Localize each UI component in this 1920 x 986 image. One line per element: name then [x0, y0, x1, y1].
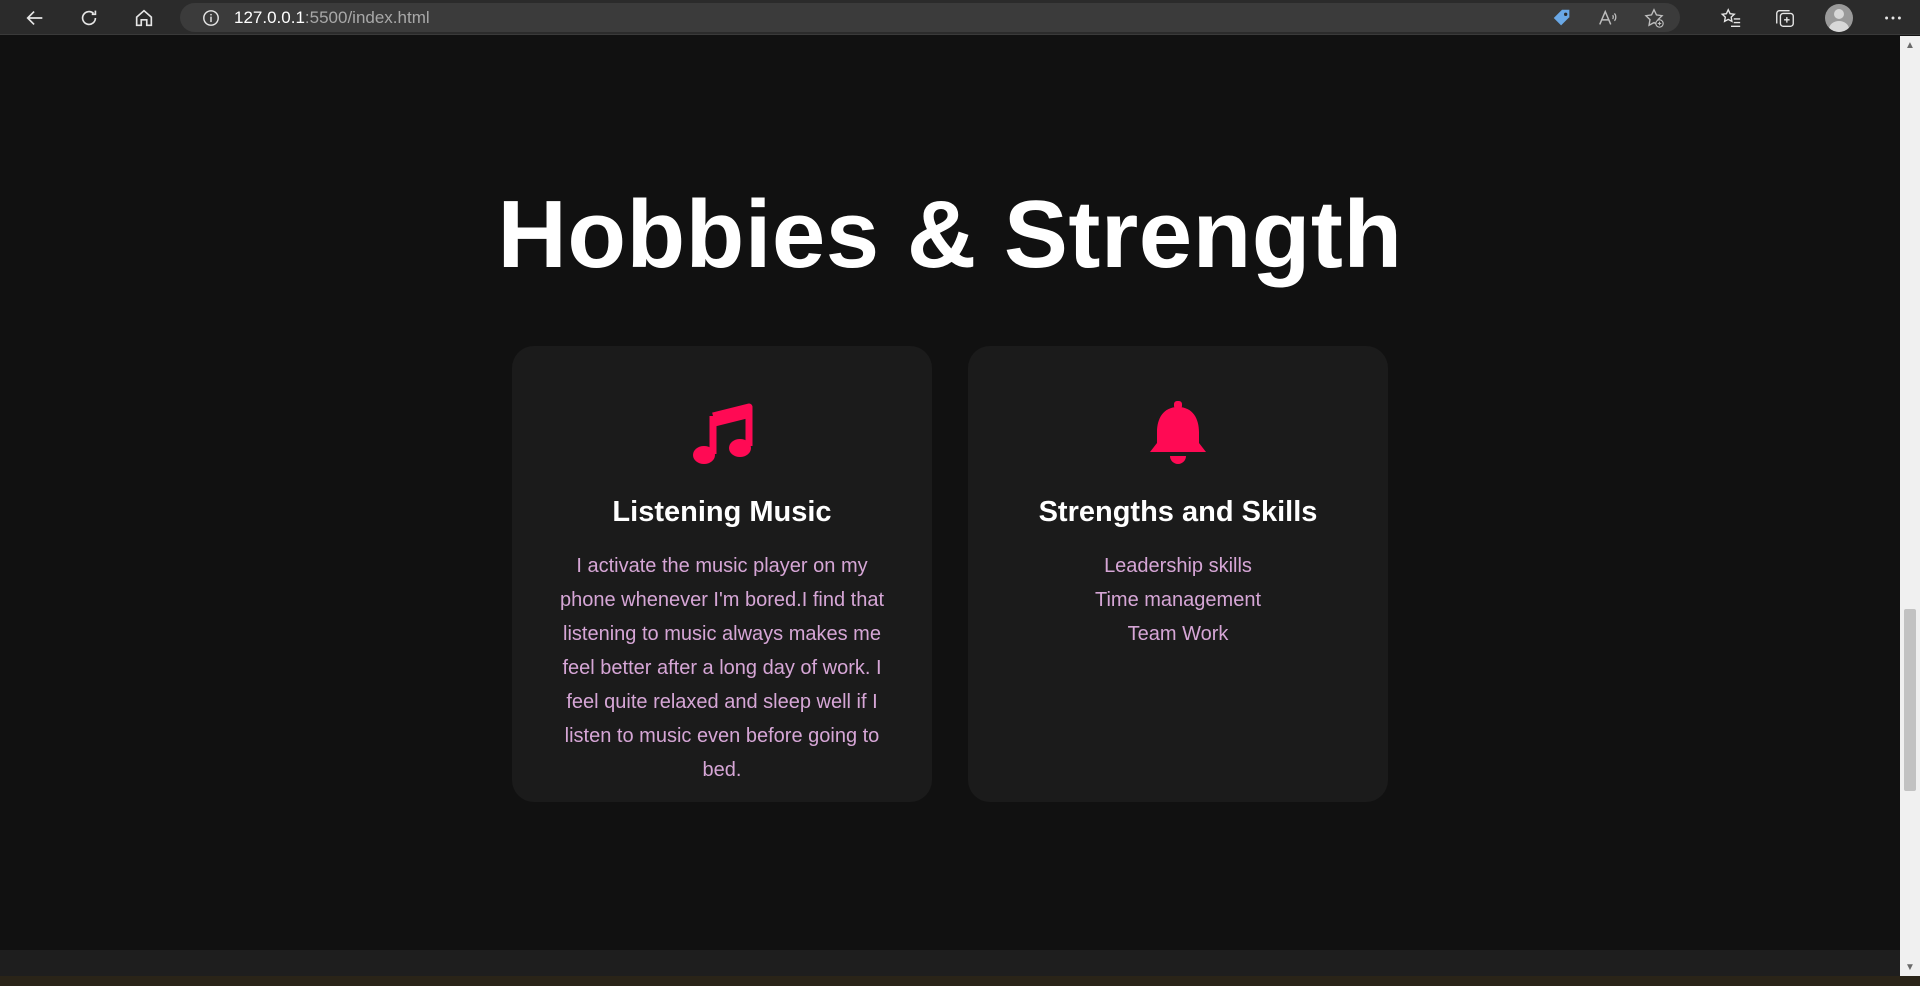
card-title: Strengths and Skills — [1038, 496, 1318, 528]
coupon-tag-icon[interactable] — [1550, 6, 1574, 30]
list-item: Team Work — [1127, 623, 1229, 645]
skills-list: Leadership skills Time management Team W… — [968, 549, 1388, 651]
more-menu-button[interactable] — [1866, 0, 1920, 35]
scroll-down-arrow-icon[interactable]: ▼ — [1900, 958, 1920, 976]
more-options-icon — [1885, 16, 1901, 19]
scroll-up-arrow-icon[interactable]: ▲ — [1900, 36, 1920, 54]
favorites-icon — [1720, 7, 1741, 27]
refresh-icon — [81, 10, 97, 25]
page-viewport: Hobbies & Strength Listening Music I act… — [0, 36, 1900, 950]
avatar — [1825, 3, 1853, 32]
vertical-scrollbar[interactable]: ▲ ▼ — [1900, 36, 1920, 976]
favorites-button[interactable] — [1704, 0, 1758, 35]
footer-strip — [0, 950, 1900, 976]
strengths-card: Strengths and Skills Leadership skills T… — [968, 346, 1388, 802]
add-favorite-icon[interactable] — [1642, 6, 1666, 30]
site-info-icon[interactable] — [202, 9, 220, 27]
music-note-icon — [512, 398, 932, 468]
profile-button[interactable] — [1812, 0, 1866, 35]
bell-icon — [968, 398, 1388, 468]
home-icon — [135, 9, 153, 26]
card-description: I activate the music player on my phone … — [559, 555, 885, 781]
collections-icon — [1776, 9, 1794, 27]
back-arrow-icon — [26, 10, 43, 25]
hobby-card-music: Listening Music I activate the music pla… — [512, 346, 932, 802]
list-item: Time management — [1095, 589, 1261, 611]
card-title: Listening Music — [612, 496, 832, 528]
os-taskbar — [0, 976, 1920, 986]
browser-toolbar: 127.0.0.1:5500/index.html — [0, 0, 1920, 35]
url-text[interactable]: 127.0.0.1:5500/index.html — [234, 8, 430, 28]
url-host: 127.0.0.1 — [234, 7, 305, 27]
scroll-thumb[interactable] — [1904, 609, 1916, 791]
address-bar[interactable]: 127.0.0.1:5500/index.html — [180, 3, 1680, 32]
list-item: Leadership skills — [1104, 555, 1252, 577]
refresh-button[interactable] — [66, 0, 112, 35]
read-aloud-icon[interactable] — [1596, 6, 1620, 30]
collections-button[interactable] — [1758, 0, 1812, 35]
section-title: Hobbies & Strength — [497, 181, 1403, 288]
url-path: :5500/index.html — [304, 7, 430, 27]
back-button[interactable] — [12, 0, 58, 35]
home-button[interactable] — [121, 0, 167, 35]
